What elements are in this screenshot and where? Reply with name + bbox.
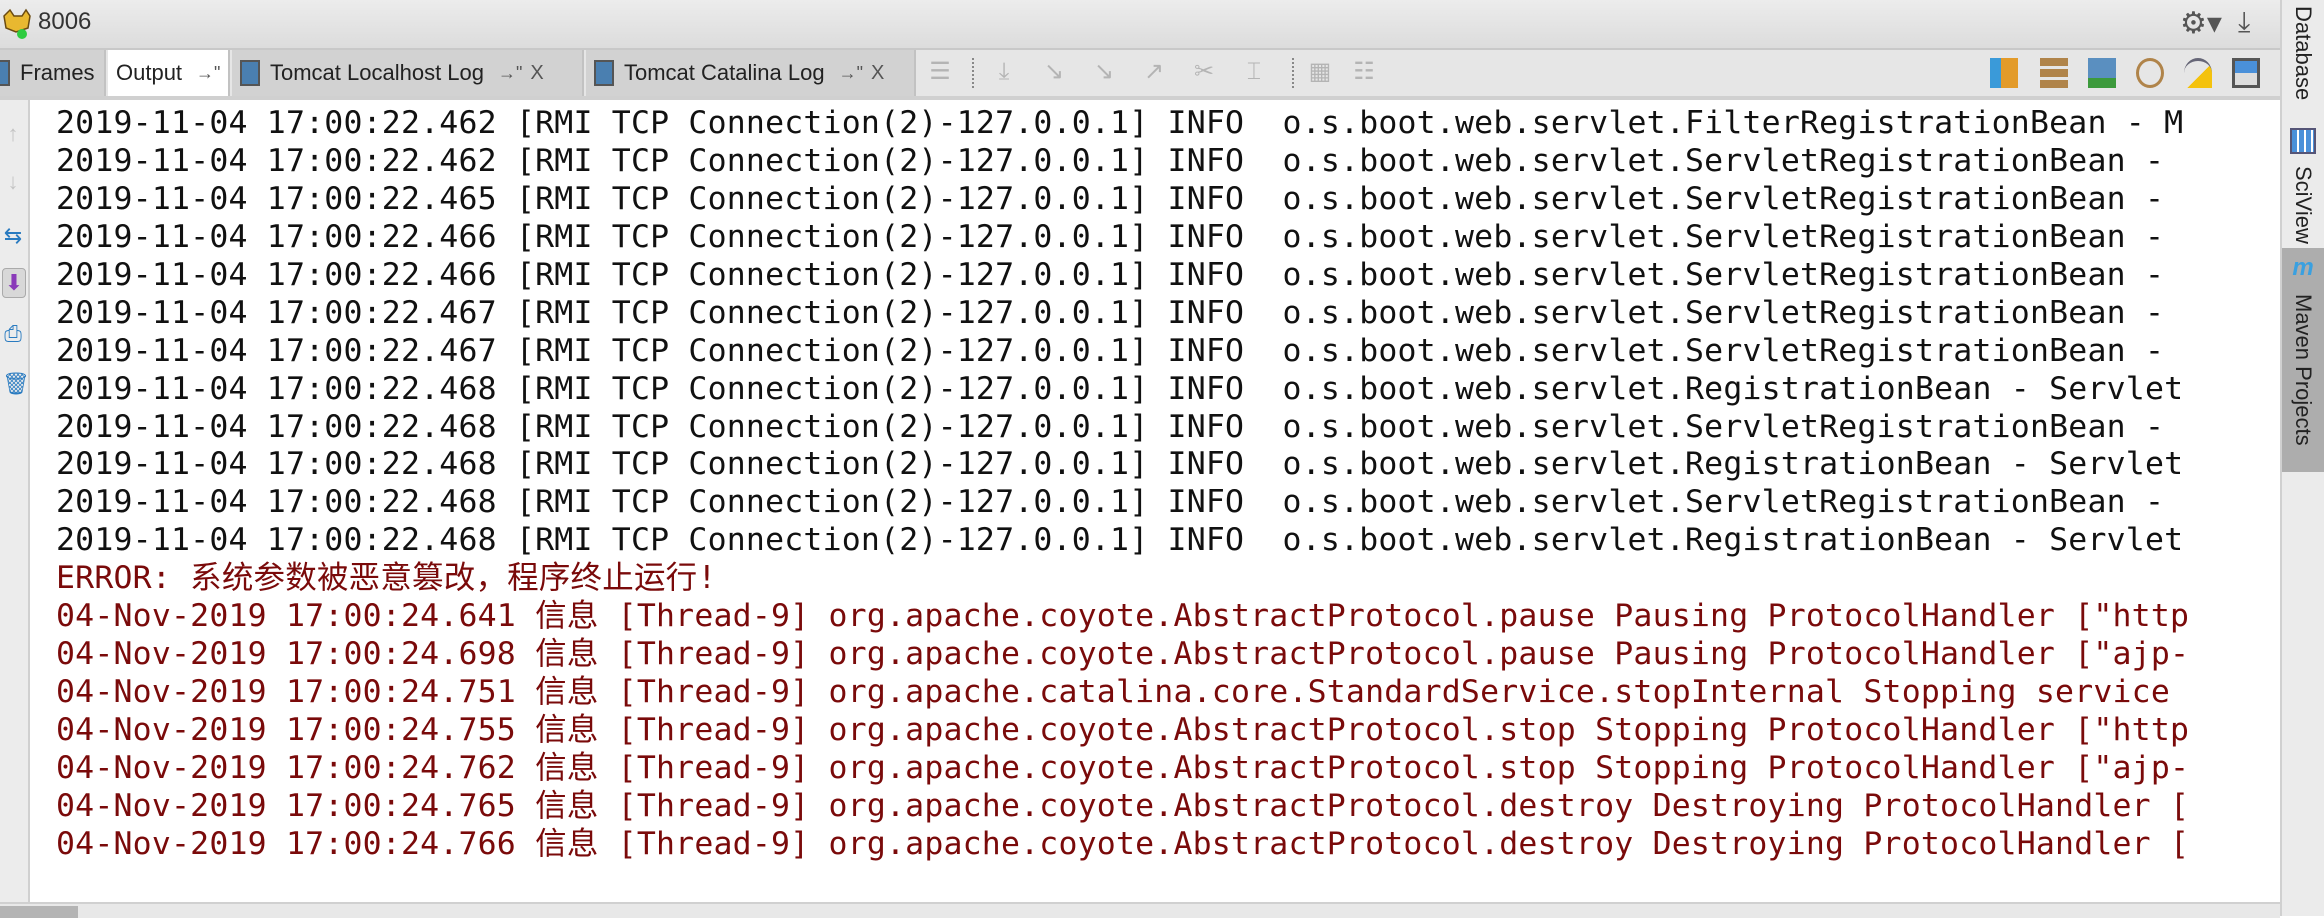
scroll-to-end-icon[interactable]: ⬇ [2,268,26,298]
maven-icon: m [2292,254,2314,281]
log-line-error: 04-Nov-2019 17:00:24.755 信息 [Thread-9] o… [56,712,2190,749]
sidebar-item-label: SciView [2291,166,2316,244]
hide-panel-icon[interactable]: ⤓ [2238,6,2250,39]
tab-output[interactable]: Output →" [108,50,230,96]
toolbar-separator [1292,58,1294,88]
log-line-error: 04-Nov-2019 17:00:24.641 信息 [Thread-9] o… [56,598,2190,635]
indent-icon[interactable]: ☰ [926,58,954,86]
scroll-to-end-icon[interactable]: ⤓ [990,58,1018,86]
error-message: ERROR: 系统参数被恶意篡改，程序终止运行! [56,560,717,597]
log-line-info: 2019-11-04 17:00:22.465 [RMI TCP Connect… [56,180,2184,217]
evaluate-icon[interactable]: ▦ [1306,58,1334,86]
log-line-error: 04-Nov-2019 17:00:24.765 信息 [Thread-9] o… [56,787,2190,824]
log-line-info: 2019-11-04 17:00:22.468 [RMI TCP Connect… [56,522,2184,559]
sidebar-item-label: Maven Projects [2291,294,2316,446]
drop-frame-icon[interactable]: ✂ [1190,58,1218,86]
step-into-icon[interactable]: ↘ [1090,58,1118,86]
sidebar-item-database[interactable]: Database [2282,0,2324,100]
print-icon[interactable]: ⎙ [2,320,24,348]
pin-icon[interactable]: →" [498,63,522,84]
frames-view-icon[interactable] [2040,58,2068,88]
threads-icon[interactable] [1990,58,2018,88]
close-icon[interactable]: X [530,62,543,85]
layout-icon[interactable] [2232,58,2260,88]
sidebar-item-label: Database [2291,6,2316,101]
sidebar-item-maven-projects[interactable]: m Maven Projects [2282,248,2324,472]
right-tool-sidebar: Database SciView m Maven Projects [2280,0,2324,916]
log-line-info: 2019-11-04 17:00:22.462 [RMI TCP Connect… [56,105,2184,141]
close-icon[interactable]: X [871,62,884,85]
pin-icon[interactable]: →" [839,63,863,84]
gear-icon[interactable]: ⚙▾ [2180,6,2222,41]
log-file-icon [594,60,614,86]
scrollbar-thumb[interactable] [0,906,78,918]
log-line-error: 04-Nov-2019 17:00:24.762 信息 [Thread-9] o… [56,749,2190,786]
watches-icon[interactable] [2088,58,2116,88]
window-title: 8006 [38,8,92,35]
log-line-error: 04-Nov-2019 17:00:24.698 信息 [Thread-9] o… [56,636,2190,673]
toolbar-separator [972,58,974,88]
log-line-info: 2019-11-04 17:00:22.468 [RMI TCP Connect… [56,484,2184,521]
tab-tomcat-localhost-log[interactable]: Tomcat Localhost Log →" X [232,50,584,96]
frames-icon [0,60,10,86]
tab-label: Frames [20,60,95,85]
table-icon [2290,128,2316,154]
log-line-info: 2019-11-04 17:00:22.468 [RMI TCP Connect… [56,408,2184,445]
log-line-info: 2019-11-04 17:00:22.468 [RMI TCP Connect… [56,370,2184,407]
log-line-error: 04-Nov-2019 17:00:24.751 信息 [Thread-9] o… [56,674,2190,711]
log-line-error: 04-Nov-2019 17:00:24.766 信息 [Thread-9] o… [56,825,2190,862]
log-line-info: 2019-11-04 17:00:22.466 [RMI TCP Connect… [56,218,2184,255]
trash-icon[interactable]: 🗑 [2,370,30,398]
sidebar-item-sciview[interactable]: SciView [2282,122,2324,246]
tab-label: Tomcat Localhost Log [270,60,485,85]
title-bar: 8006 ⚙▾ ⤓ [0,0,2280,50]
tab-label: Tomcat Catalina Log [624,60,825,85]
tab-label: Output [116,60,183,85]
tab-frames[interactable]: Frames [0,50,106,96]
pin-icon[interactable]: →" [196,63,220,84]
log-line-info: 2019-11-04 17:00:22.467 [RMI TCP Connect… [56,294,2184,331]
tab-bar: Frames Output →" Tomcat Localhost Log →"… [0,50,2280,100]
trace-icon[interactable]: ☷ [1350,58,1378,86]
run-to-cursor-icon[interactable]: ⌶ [1240,58,1268,86]
log-line-info: 2019-11-04 17:00:22.468 [RMI TCP Connect… [56,446,2184,483]
soft-wrap-icon[interactable]: ⇆ [2,222,24,250]
arrow-up-icon[interactable]: ↑ [2,120,24,148]
log-line-info: 2019-11-04 17:00:22.466 [RMI TCP Connect… [56,256,2184,293]
step-over-icon[interactable]: ↘ [1040,58,1068,86]
console-output[interactable]: 2019-11-04 17:00:22.462 [RMI TCP Connect… [30,100,2280,900]
log-line-info: 2019-11-04 17:00:22.462 [RMI TCP Connect… [56,142,2184,179]
inspect-icon[interactable] [2136,58,2164,88]
tomcat-icon [3,8,31,39]
tab-tomcat-catalina-log[interactable]: Tomcat Catalina Log →" X [586,50,916,96]
console-gutter: ↑ ↓ ⇆ ⬇ ⎙ 🗑 [0,100,30,905]
step-out-icon[interactable]: ↗ [1140,58,1168,86]
arrow-down-icon[interactable]: ↓ [2,168,24,196]
log-line-info: 2019-11-04 17:00:22.467 [RMI TCP Connect… [56,332,2184,369]
log-file-icon [240,60,260,86]
memory-icon[interactable] [2184,58,2212,88]
